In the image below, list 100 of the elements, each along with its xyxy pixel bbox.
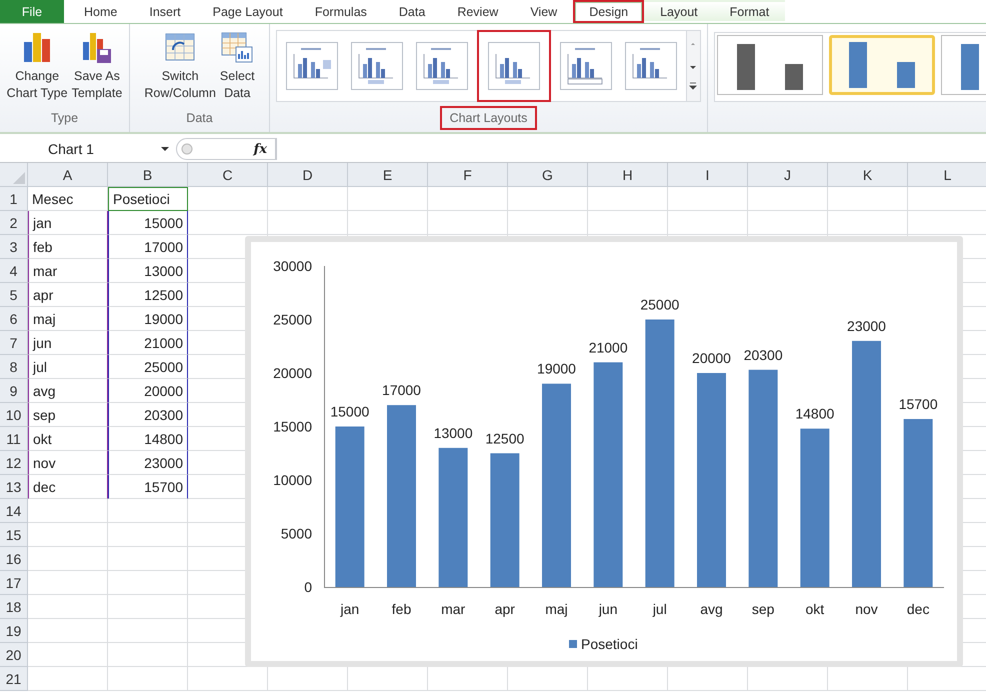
table-cell: 23000 (108, 451, 188, 475)
x-tick-label: okt (806, 601, 824, 617)
group-label: Type (50, 110, 80, 127)
y-tick-label: 30000 (273, 258, 312, 274)
x-tick-label: apr (494, 601, 515, 617)
row-header[interactable]: 11 (0, 427, 28, 451)
table-cell: jan (28, 211, 108, 235)
chart-style-option[interactable] (829, 35, 935, 95)
row-header[interactable]: 1 (0, 187, 28, 211)
column-header[interactable]: K (828, 163, 908, 187)
x-tick-label: dec (906, 601, 930, 617)
column-header[interactable]: E (348, 163, 428, 187)
ribbon-tab[interactable]: Design (573, 0, 644, 23)
table-cell: 15700 (108, 475, 188, 499)
data-label: 15000 (330, 404, 370, 420)
column-header[interactable]: H (588, 163, 668, 187)
row-header[interactable]: 2 (0, 211, 28, 235)
row-header[interactable]: 18 (0, 595, 28, 619)
ribbon-tab[interactable]: View (514, 0, 574, 23)
row-header[interactable]: 7 (0, 331, 28, 355)
ribbon-tab[interactable]: Insert (133, 0, 197, 23)
column-header[interactable]: G (508, 163, 588, 187)
row-header[interactable]: 5 (0, 283, 28, 307)
data-label: 21000 (588, 339, 628, 356)
data-label: 13000 (434, 424, 473, 441)
data-label: 23000 (847, 318, 886, 334)
table-cell: okt (28, 427, 108, 451)
x-tick-label: sep (752, 601, 774, 617)
row-header[interactable]: 8 (0, 355, 28, 379)
ribbon-button[interactable]: Change Chart Type (4, 30, 70, 102)
column-header[interactable]: F (428, 163, 508, 187)
x-tick-label: jun (598, 601, 618, 617)
table-cell: jul (28, 355, 108, 379)
table-cell: apr (28, 283, 108, 307)
x-tick-label: avg (700, 601, 723, 617)
x-tick-label: maj (545, 601, 568, 617)
table-cell: dec (28, 475, 108, 499)
ribbon-button[interactable]: Switch Row/Column (142, 30, 218, 102)
scroll-arrows-icon (689, 42, 698, 90)
table-cell: sep (28, 403, 108, 427)
row-header[interactable]: 15 (0, 523, 28, 547)
row-header[interactable]: 6 (0, 307, 28, 331)
ribbon-tab[interactable]: Page Layout (196, 0, 299, 23)
ribbon-tab[interactable]: Review (441, 0, 514, 23)
insert-function-button[interactable]: fx (254, 142, 267, 156)
ribbon-tab[interactable]: Data (382, 0, 442, 23)
name-box[interactable]: Chart 1 (0, 141, 176, 157)
gallery-scroll-buttons[interactable] (686, 31, 700, 101)
data-label: 19000 (537, 360, 576, 377)
data-label: 17000 (382, 382, 421, 398)
row-header[interactable]: 13 (0, 475, 28, 499)
column-header[interactable]: I (668, 163, 748, 187)
chart-layout-option[interactable] (476, 30, 551, 102)
table-cell: 15000 (108, 211, 188, 235)
x-tick-label: mar (441, 601, 466, 617)
ribbon-tab[interactable]: File (0, 0, 64, 23)
table-cell: 12500 (108, 283, 188, 307)
chart-area[interactable]: 0 5000 10000 15000 20000 25000 30000 15000 17000 13000 12500 19000 21000 25000 20000 20300 14800 23000 15700 jan feb mar apr maj jun jul avg sep okt nov dec Posetioci (245, 236, 963, 667)
y-tick-label: 20000 (273, 365, 312, 381)
table-cell: jun (28, 331, 108, 355)
row-header[interactable]: 16 (0, 547, 28, 571)
row-header[interactable]: 17 (0, 571, 28, 595)
row-header[interactable]: 4 (0, 259, 28, 283)
table-cell: 17000 (108, 235, 188, 259)
row-header[interactable]: 3 (0, 235, 28, 259)
table-cell: 19000 (108, 307, 188, 331)
row-header[interactable]: 19 (0, 619, 28, 643)
ribbon-button[interactable]: Save As Template (70, 30, 124, 102)
legend-label: Posetioci (581, 636, 638, 652)
column-header[interactable]: B (108, 163, 188, 187)
row-header[interactable]: 10 (0, 403, 28, 427)
table-cell: 25000 (108, 355, 188, 379)
table-cell: Mesec (28, 187, 108, 211)
splitter-handle-icon[interactable] (181, 143, 193, 155)
group-label: Chart Layouts (440, 106, 538, 130)
column-header[interactable]: C (188, 163, 268, 187)
data-label: 12500 (485, 430, 524, 446)
table-chart-icon (220, 30, 254, 64)
column-header[interactable]: A (28, 163, 108, 187)
row-header[interactable]: 9 (0, 379, 28, 403)
ribbon-tab[interactable]: Layout (644, 0, 714, 23)
ribbon-button[interactable]: Select Data (218, 30, 257, 102)
column-header[interactable]: J (748, 163, 828, 187)
table-cell: 21000 (108, 331, 188, 355)
x-tick-label: nov (855, 601, 878, 617)
ribbon-tab[interactable]: Formulas (298, 0, 383, 23)
column-header[interactable]: L (908, 163, 986, 187)
data-label: 15700 (898, 396, 938, 412)
data-label: 25000 (640, 296, 680, 312)
row-header[interactable]: 12 (0, 451, 28, 475)
chart-style-option[interactable] (717, 35, 823, 95)
row-header[interactable]: 21 (0, 667, 28, 691)
y-tick-label: 25000 (273, 312, 312, 328)
data-label: 20300 (744, 346, 783, 363)
ribbon-tab[interactable]: Format (714, 0, 786, 23)
row-header[interactable]: 14 (0, 499, 28, 523)
row-header[interactable]: 20 (0, 643, 28, 667)
ribbon-tab[interactable]: Home (68, 0, 134, 23)
column-header[interactable]: D (268, 163, 348, 187)
y-tick-label: 5000 (280, 526, 312, 542)
